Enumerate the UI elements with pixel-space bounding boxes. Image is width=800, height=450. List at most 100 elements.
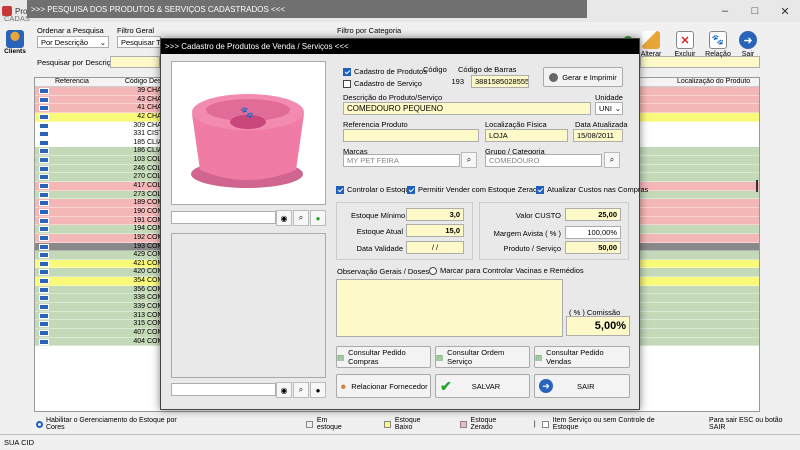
gerar-imprimir-button[interactable]: Gerar e Imprimir: [543, 67, 623, 87]
row-code: 39: [137, 87, 145, 94]
salvar-button[interactable]: ✔ SALVAR: [435, 374, 530, 398]
grupo-input[interactable]: COMEDOURO: [485, 154, 602, 167]
consultar-ordem-button[interactable]: ▤ Consultar Ordem Serviço: [435, 346, 530, 368]
radio-icon[interactable]: [36, 420, 43, 428]
chk-atualizar-custos[interactable]: Atualizar Custos nas Compras: [536, 185, 648, 194]
chk-cadastro-servico[interactable]: Cadastro de Serviço: [343, 79, 422, 88]
close-icon[interactable]: ✕: [770, 0, 800, 22]
minimize-icon[interactable]: –: [710, 0, 740, 22]
consultar-vendas-button[interactable]: ▤ Consultar Pedido Vendas: [534, 346, 630, 368]
report-icon: 🐾: [709, 31, 727, 49]
order-label: Ordenar a Pesquisa: [37, 26, 104, 35]
search-label: Pesquisar por Descrição: [37, 58, 119, 67]
relacionar-fornecedor-button[interactable]: ☻ Relacionar Fornecedor: [336, 374, 431, 398]
barcode-input[interactable]: 3881585028555: [471, 75, 529, 88]
image-path-input[interactable]: [171, 211, 276, 224]
col-localizacao[interactable]: Localização do Produto: [675, 78, 759, 86]
clients-tool[interactable]: Clients: [2, 30, 28, 60]
date-input[interactable]: 15/08/2011: [573, 129, 623, 142]
camera-icon[interactable]: ◉: [276, 210, 292, 226]
consultar-compras-button[interactable]: ▤ Consultar Pedido Compras: [336, 346, 431, 368]
sair-button[interactable]: ➜ SAIR: [534, 374, 630, 398]
comissao-input[interactable]: 5,00%: [566, 316, 630, 336]
sair-label: Sair: [741, 51, 755, 58]
marcas-input[interactable]: MY PET FEIRA: [343, 154, 460, 167]
row-code: 315: [133, 320, 145, 328]
row-code: 273: [133, 190, 145, 198]
add-icon[interactable]: ●: [310, 210, 326, 226]
chk-cadastro-produtos[interactable]: Cadastro de Produtos: [343, 67, 427, 76]
maximize-icon[interactable]: □: [740, 0, 770, 22]
chk-controlar-estoque[interactable]: Controlar o Estoque: [336, 185, 414, 194]
row-icon: [39, 260, 49, 267]
person-icon: ☻: [339, 381, 348, 391]
sair-toolbar-button[interactable]: ➜ Sair: [733, 22, 763, 58]
codigo-label: Código: [423, 65, 447, 74]
legend-item-servico: Item Serviço ou sem Controle de Estoque: [552, 417, 655, 431]
swatch-white: [541, 420, 549, 428]
col-codigo[interactable]: Código: [123, 78, 147, 86]
loc-input[interactable]: LOJA: [485, 129, 568, 142]
general-filter-label: Filtro Geral: [117, 26, 155, 35]
custo-label: Valor CUSTO: [515, 211, 561, 220]
search-icon[interactable]: ⌕: [293, 210, 309, 226]
camera2-icon[interactable]: ◉: [276, 382, 292, 398]
chevron-down-icon: ⌄: [614, 104, 621, 113]
validade-input[interactable]: / /: [406, 241, 464, 254]
search-window-title: >>> PESQUISA DOS PRODUTOS & SERVIÇOS CAD…: [27, 0, 587, 18]
row-icon: [39, 200, 49, 207]
row-icon: [39, 217, 49, 224]
row-code: 194: [133, 225, 145, 233]
row-icon: [39, 278, 49, 285]
marcas-search-icon[interactable]: ⌕: [461, 152, 477, 168]
unidade-select[interactable]: UNI ⌄: [595, 102, 623, 115]
chk-permitir-zerado[interactable]: Permitir Vender com Estoque Zerado: [407, 185, 541, 194]
relacao-button[interactable]: 🐾 Relação: [703, 22, 733, 58]
btn-vendas-label: Consultar Pedido Vendas: [546, 348, 604, 366]
row-icon: [39, 208, 49, 215]
general-filter-select[interactable]: Pesquisar TOD: [117, 36, 161, 48]
checkbox-icon: [343, 79, 351, 88]
row-icon: [39, 312, 49, 319]
row-code: 192: [133, 233, 145, 241]
row-icon: [39, 183, 49, 190]
scrollbar-thumb[interactable]: [756, 180, 758, 192]
window-subtitle: CADAS: [4, 14, 30, 23]
obs-textarea[interactable]: [336, 279, 563, 337]
alterar-button[interactable]: Alterar: [636, 22, 666, 58]
order-select[interactable]: Por Descrição ⌄: [37, 36, 109, 48]
permitir-label: Permitir Vender com Estoque Zerado: [418, 185, 542, 194]
record-icon[interactable]: ●: [310, 382, 326, 398]
search-input[interactable]: [110, 56, 160, 68]
legend-bar: Habilitar o Gerenciamento do Estoque por…: [0, 415, 800, 433]
checkbox-checked-icon: [536, 185, 544, 194]
row-code: 189: [133, 199, 145, 207]
est-min-input[interactable]: 3,0: [406, 208, 464, 221]
row-code: 191: [133, 216, 145, 224]
est-atual-input[interactable]: 15,0: [406, 224, 464, 237]
preco-input[interactable]: 50,00: [565, 241, 621, 254]
btn-compras-label: Consultar Pedido Compras: [348, 348, 406, 366]
legend-separator: |: [533, 420, 536, 428]
product-image: 🐾: [171, 61, 326, 205]
unidade-label: Unidade: [595, 93, 623, 102]
radio-vacinas[interactable]: Marcar para Controlar Vacinas e Remédios: [429, 266, 584, 275]
description-input[interactable]: COMEDOURO PEQUENO: [343, 102, 591, 115]
list-icon: ▤: [436, 352, 444, 362]
ref-input[interactable]: [343, 129, 479, 142]
excluir-button[interactable]: ✕ Excluir: [670, 22, 700, 58]
grupo-search-icon[interactable]: ⌕: [604, 152, 620, 168]
image2-path-input[interactable]: [171, 383, 276, 396]
delete-icon: ✕: [676, 31, 694, 49]
custo-input[interactable]: 25,00: [565, 208, 621, 221]
search2-icon[interactable]: ⌕: [293, 382, 309, 398]
swatch-red: [459, 420, 467, 428]
margem-input[interactable]: 100,00%: [565, 226, 621, 239]
row-code: 193: [133, 242, 145, 250]
desc-label: Descrição do Produto/Serviço: [343, 93, 443, 102]
vacinas-label: Marcar para Controlar Vacinas e Remédios: [440, 266, 584, 275]
radio-icon: [429, 266, 437, 275]
row-code: 186: [133, 147, 145, 155]
clients-label: Clients: [4, 48, 26, 55]
col-referencia[interactable]: Referencia: [53, 78, 123, 86]
